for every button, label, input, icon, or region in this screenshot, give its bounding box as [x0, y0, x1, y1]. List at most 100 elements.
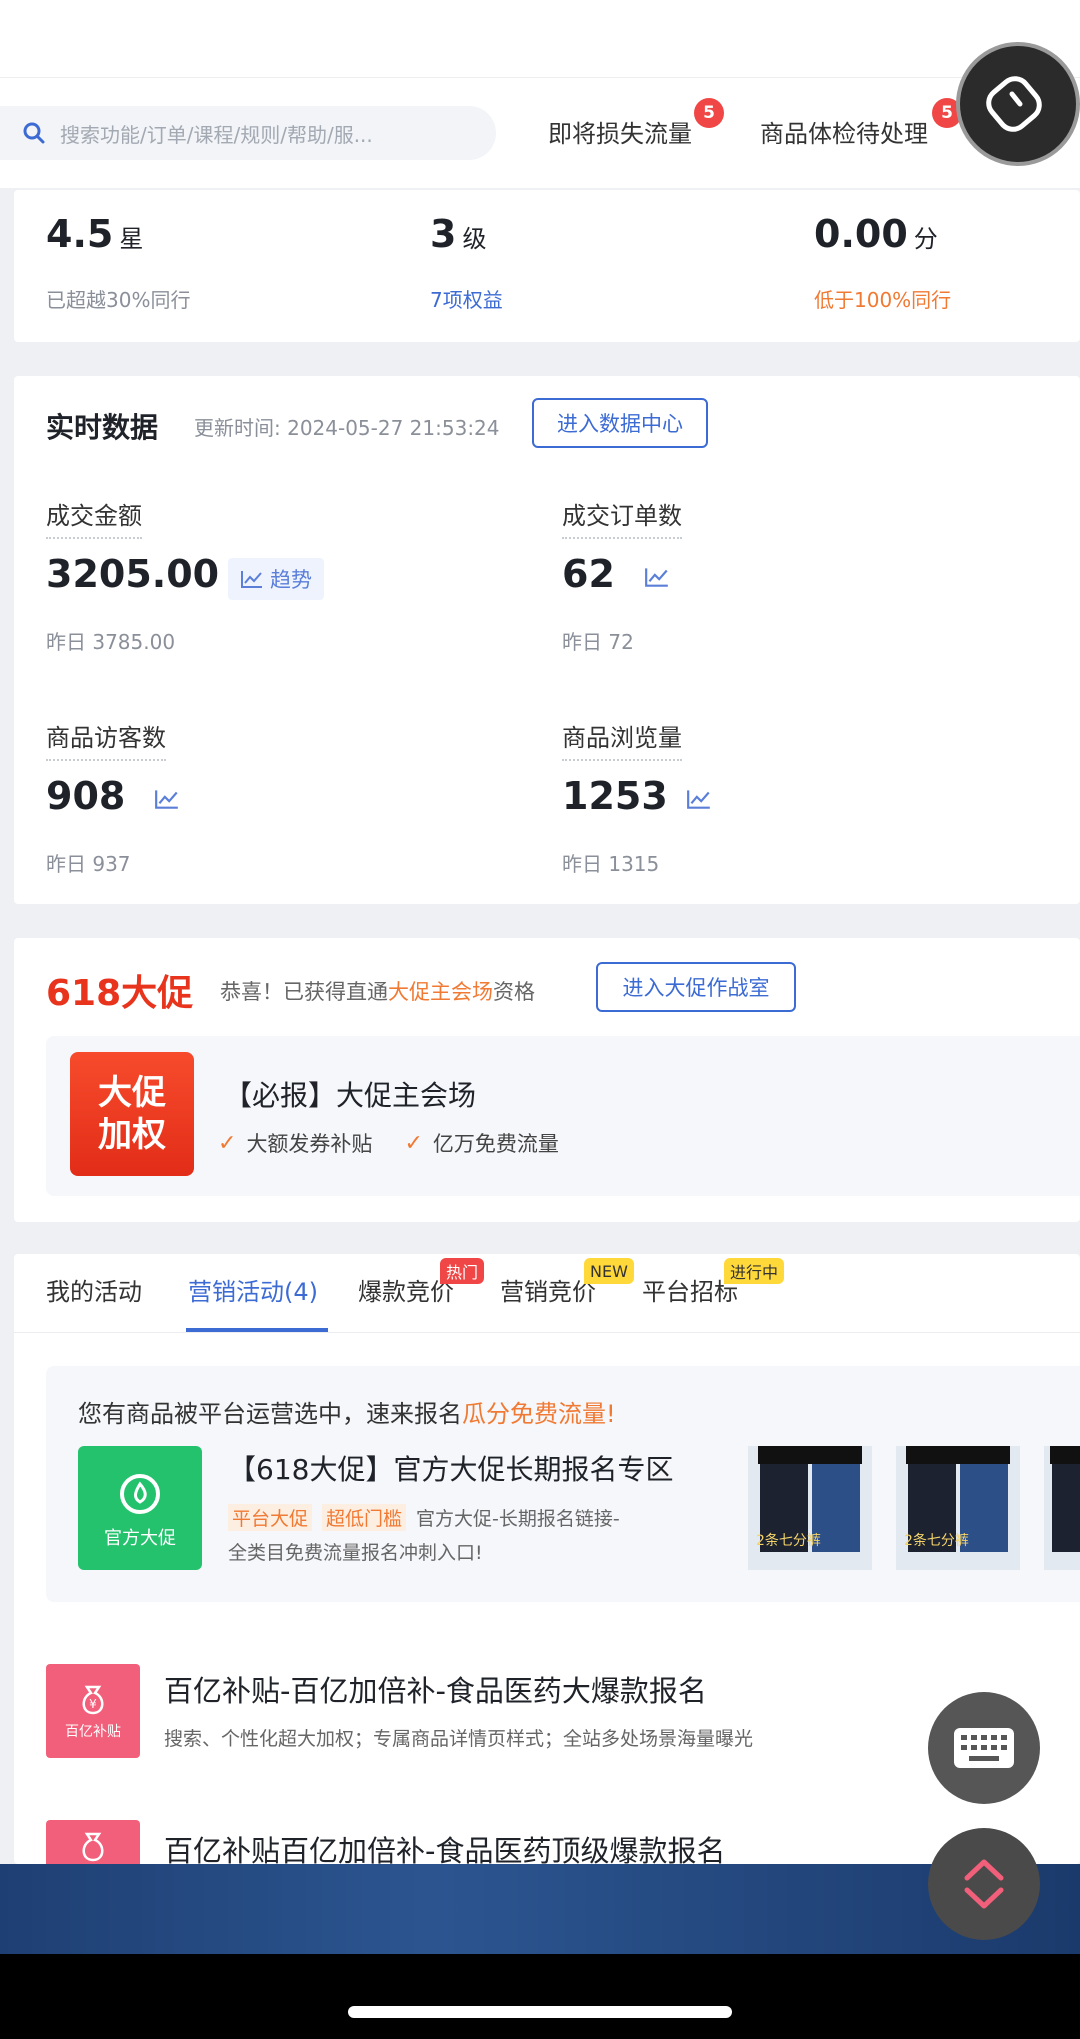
- search-placeholder: 搜索功能/订单/课程/规则/帮助/服...: [60, 122, 373, 147]
- trend-icon[interactable]: [644, 566, 670, 588]
- metric-unit: 级: [462, 225, 487, 253]
- stat-value: 62: [562, 552, 615, 596]
- promo-benefits: ✓ 大额发券补贴 ✓ 亿万免费流量: [218, 1128, 559, 1158]
- status-area: [0, 0, 1080, 78]
- stat-yesterday: 昨日 1315: [562, 852, 660, 876]
- promo-message: 恭喜！已获得直通大促主会场资格: [220, 976, 535, 1006]
- low-threshold-tag: 超低门槛: [322, 1504, 407, 1531]
- product-caption: 2条七分裤: [756, 1533, 821, 1549]
- nav-losing-traffic[interactable]: 即将损失流量: [548, 114, 692, 149]
- product-thumbnail[interactable]: [896, 1446, 1020, 1570]
- stat-label: 商品访客数: [46, 718, 166, 761]
- platform-promo-tag: 平台大促: [228, 1504, 313, 1531]
- stat-value: 3205.00: [46, 552, 220, 596]
- scroll-toggle-button[interactable]: [928, 1828, 1040, 1940]
- promo-title: 618大促: [46, 973, 194, 1014]
- search-input[interactable]: 搜索功能/订单/课程/规则/帮助/服...: [0, 106, 496, 160]
- notice-text: 您有商品被平台运营选中，速来报名: [78, 1400, 462, 1428]
- metric-unit: 分: [913, 225, 938, 253]
- stat-label: 成交订单数: [562, 496, 682, 539]
- data-center-button[interactable]: 进入数据中心: [532, 398, 708, 448]
- screen-record-button[interactable]: [956, 42, 1080, 166]
- bottom-bar: [0, 1954, 1080, 2039]
- subsidy-icon-label: 百亿补贴: [65, 1724, 121, 1740]
- home-indicator[interactable]: [348, 2006, 732, 2018]
- tabs-divider: [14, 1332, 1080, 1333]
- trend-button[interactable]: 趋势: [228, 558, 324, 600]
- check-icon: ✓: [404, 1130, 423, 1156]
- trend-label: 趋势: [270, 568, 312, 592]
- selected-desc-line1: 平台大促 超低门槛 官方大促-长期报名链接-: [228, 1504, 620, 1531]
- notice-highlight: 瓜分免费流量!: [462, 1400, 616, 1428]
- trend-icon: [241, 571, 262, 588]
- metric-unit: 星: [119, 225, 144, 253]
- trend-icon[interactable]: [154, 788, 180, 810]
- notification-badge: 5: [694, 98, 724, 128]
- stat-label: 成交金额: [46, 496, 142, 539]
- stat-yesterday: 昨日 3785.00: [46, 630, 176, 654]
- svg-text:¥: ¥: [89, 1697, 97, 1711]
- metric-value: 3: [430, 212, 457, 256]
- selected-notice: 您有商品被平台运营选中，速来报名瓜分免费流量!: [78, 1394, 616, 1429]
- trend-icon[interactable]: [686, 788, 712, 810]
- new-tag: NEW: [584, 1258, 634, 1284]
- search-icon: [23, 122, 45, 144]
- tab-marketing-bidding[interactable]: 营销竞价: [500, 1272, 596, 1307]
- selected-desc: 官方大促-长期报名链接-: [416, 1508, 620, 1530]
- list-item-title[interactable]: 百亿补贴-百亿加倍补-食品医药大爆款报名: [164, 1668, 707, 1710]
- product-caption: 2条七分裤: [904, 1533, 969, 1549]
- selected-title[interactable]: 【618大促】官方大促长期报名专区: [228, 1448, 673, 1488]
- check-icon: ✓: [218, 1130, 237, 1156]
- metric-sub: 低于100%同行: [814, 288, 952, 312]
- nav-product-check[interactable]: 商品体检待处理: [760, 114, 928, 149]
- selected-desc: 全类目免费流量报名冲刺入口!: [228, 1542, 483, 1564]
- hot-tag: 热门: [440, 1258, 485, 1284]
- promo-war-room-button[interactable]: 进入大促作战室: [596, 962, 796, 1012]
- keyboard-icon: [954, 1728, 1014, 1768]
- official-promo-icon[interactable]: 官方大促: [78, 1446, 202, 1570]
- metric-score: 0.00 分: [814, 212, 938, 256]
- tab-marketing-activities[interactable]: 营销活动(4): [188, 1272, 318, 1307]
- metric-sub: 已超越30%同行: [46, 288, 191, 312]
- badge-line-2: 加权: [98, 1115, 166, 1155]
- product-thumbnail[interactable]: [748, 1446, 872, 1570]
- promo-message-a: 恭喜！已获得直通: [220, 980, 388, 1004]
- product-thumbnail[interactable]: [1044, 1446, 1080, 1570]
- subsidy-icon: ¥ 百亿补贴: [46, 1664, 140, 1758]
- shorts-image: [1044, 1446, 1080, 1570]
- promo-message-highlight: 大促主会场: [388, 980, 493, 1004]
- stat-yesterday: 昨日 72: [562, 630, 634, 654]
- stopwatch-icon: [986, 76, 1042, 132]
- benefit-label: 亿万免费流量: [432, 1132, 559, 1156]
- stat-value: 908: [46, 774, 126, 818]
- nav-losing-traffic-label: 即将损失流量: [548, 120, 692, 148]
- in-progress-tag: 进行中: [724, 1258, 785, 1284]
- nav-product-check-label: 商品体检待处理: [760, 120, 928, 148]
- stat-label: 商品浏览量: [562, 718, 682, 761]
- tab-my-activities[interactable]: 我的活动: [46, 1272, 142, 1307]
- promo-message-c: 资格: [493, 980, 535, 1004]
- money-bag-icon: ¥: [82, 1685, 104, 1715]
- realtime-title: 实时数据: [46, 411, 159, 444]
- update-time: 更新时间: 2024-05-27 21:53:24: [194, 416, 500, 440]
- promo-item-title: 【必报】大促主会场: [224, 1079, 477, 1112]
- up-down-arrows-icon: [964, 1859, 1004, 1909]
- badge-line-1: 大促: [98, 1073, 166, 1113]
- shorts-image: [896, 1446, 1020, 1570]
- stat-value: 1253: [562, 774, 668, 818]
- metric-rating: 4.5 星: [46, 212, 143, 256]
- money-bag-icon: [82, 1832, 104, 1862]
- official-promo-label: 官方大促: [104, 1528, 176, 1549]
- promo-item[interactable]: [46, 1036, 1080, 1196]
- keyboard-button[interactable]: [928, 1692, 1040, 1804]
- subsidy-icon: [46, 1820, 140, 1864]
- stat-yesterday: 昨日 937: [46, 852, 131, 876]
- benefit-label: 大额发券补贴: [246, 1132, 373, 1156]
- promo-weight-badge: 大促 加权: [70, 1052, 194, 1176]
- metric-level: 3级: [430, 212, 486, 256]
- list-item-desc: 搜索、个性化超大加权；专属商品详情页样式；全站多处场景海量曝光: [164, 1728, 754, 1750]
- background-strip: [0, 1864, 1080, 1954]
- shorts-image: [748, 1446, 872, 1570]
- benefits-link[interactable]: 7项权益: [430, 284, 503, 313]
- metric-value: 4.5: [46, 212, 114, 256]
